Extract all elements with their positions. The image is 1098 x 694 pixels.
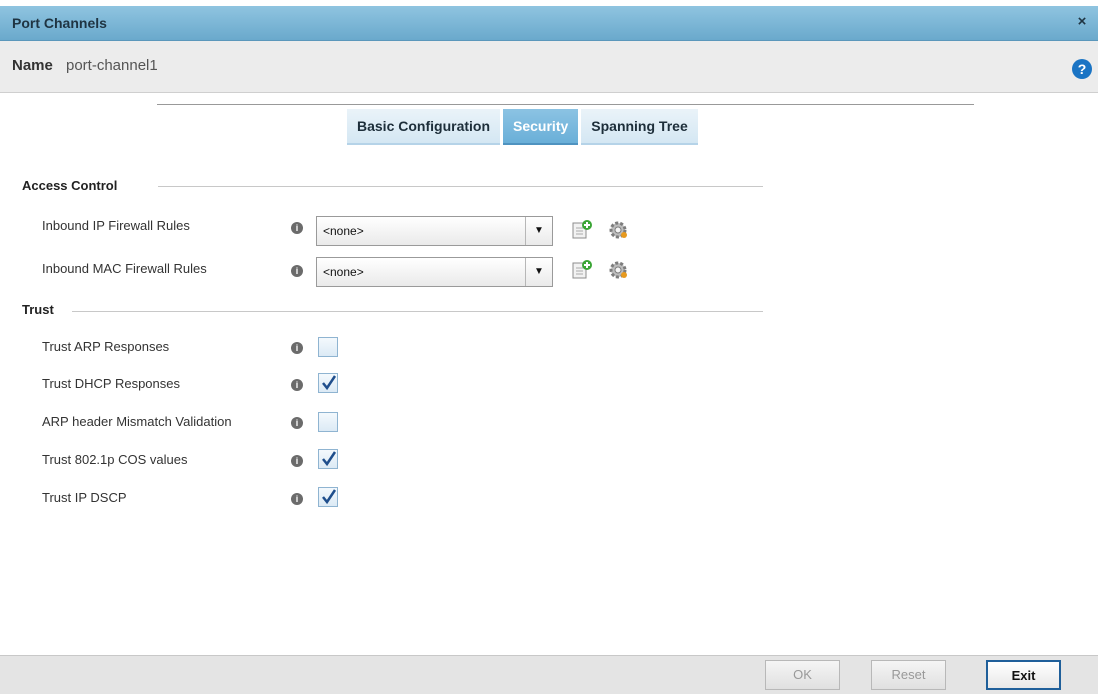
trust-dhcp-label: Trust DHCP Responses [42, 376, 180, 391]
dialog-footer: OK Reset Exit [0, 655, 1098, 694]
trust-cos-checkbox[interactable] [318, 449, 338, 469]
help-icon[interactable]: ? [1072, 59, 1092, 79]
trust-dhcp-checkbox[interactable] [318, 373, 338, 393]
inbound-ip-firewall-value: <none> [323, 224, 364, 238]
name-value: port-channel1 [66, 57, 158, 74]
arp-mismatch-label: ARP header Mismatch Validation [42, 414, 232, 429]
reset-button[interactable]: Reset [871, 660, 946, 690]
gear-icon[interactable] [607, 219, 629, 241]
gear-icon[interactable] [607, 259, 629, 281]
info-icon: i [291, 379, 303, 391]
trust-arp-label: Trust ARP Responses [42, 339, 170, 354]
inbound-mac-firewall-value: <none> [323, 265, 364, 279]
info-icon: i [291, 417, 303, 429]
port-channels-dialog: Port Channels × Name port-channel1 ? Bas… [0, 0, 1098, 694]
create-new-icon[interactable] [571, 259, 593, 281]
trust-arp-checkbox[interactable] [318, 337, 338, 357]
trust-dscp-label: Trust IP DSCP [42, 490, 127, 505]
ok-button[interactable]: OK [765, 660, 840, 690]
create-new-icon[interactable] [571, 219, 593, 241]
trust-cos-label: Trust 802.1p COS values [42, 452, 188, 467]
dialog-title: Port Channels [12, 15, 107, 31]
inbound-mac-firewall-select[interactable]: <none> ▼ [316, 257, 553, 287]
inbound-ip-firewall-label: Inbound IP Firewall Rules [42, 218, 190, 233]
tab-security[interactable]: Security [503, 109, 579, 145]
trust-dscp-checkbox[interactable] [318, 487, 338, 507]
info-icon: i [291, 265, 303, 277]
chevron-down-icon[interactable]: ▼ [525, 217, 552, 245]
access-control-heading: Access Control [22, 178, 118, 193]
checkmark-icon [322, 489, 337, 505]
exit-button[interactable]: Exit [986, 660, 1061, 690]
info-icon: i [291, 455, 303, 467]
checkmark-icon [322, 375, 337, 391]
title-bar: Port Channels × [0, 6, 1098, 41]
trust-divider [72, 311, 763, 312]
chevron-down-icon[interactable]: ▼ [525, 258, 552, 286]
tab-basic-configuration[interactable]: Basic Configuration [347, 109, 501, 145]
access-control-divider [158, 186, 763, 187]
tab-spanning-tree[interactable]: Spanning Tree [581, 109, 698, 145]
inbound-ip-firewall-select[interactable]: <none> ▼ [316, 216, 553, 246]
name-label: Name [12, 57, 53, 74]
close-icon[interactable]: × [1074, 14, 1090, 30]
tab-divider [157, 104, 974, 105]
info-icon: i [291, 342, 303, 354]
inbound-mac-firewall-label: Inbound MAC Firewall Rules [42, 261, 207, 276]
trust-heading: Trust [22, 302, 54, 317]
arp-mismatch-checkbox[interactable] [318, 412, 338, 432]
checkmark-icon [322, 451, 337, 467]
tab-bar: Basic Configuration Security Spanning Tr… [347, 109, 701, 145]
name-bar: Name port-channel1 ? [0, 41, 1098, 93]
info-icon: i [291, 222, 303, 234]
info-icon: i [291, 493, 303, 505]
